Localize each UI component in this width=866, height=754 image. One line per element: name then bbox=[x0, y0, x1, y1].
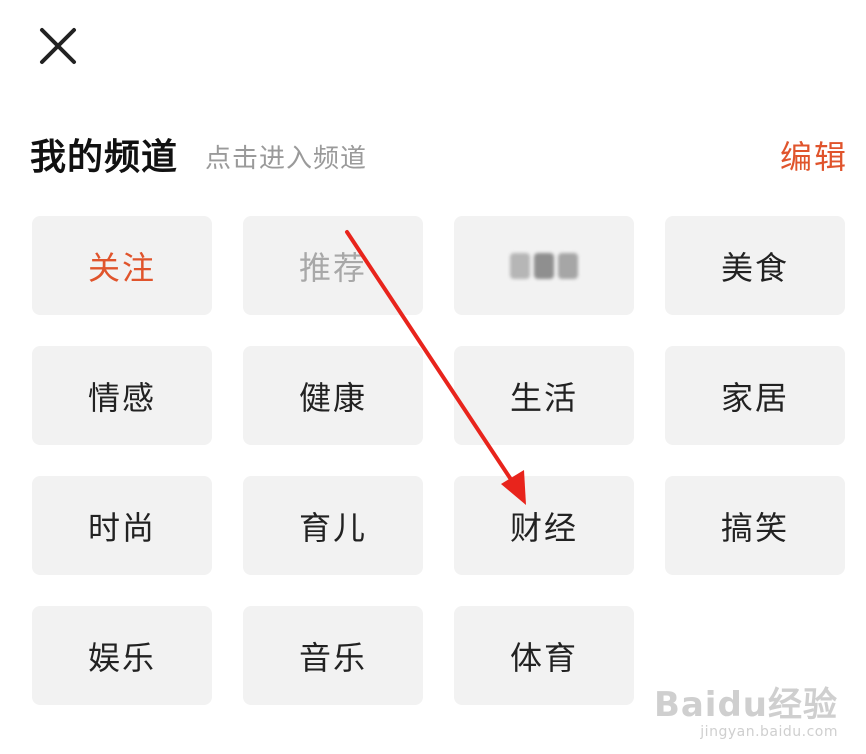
blurred-label bbox=[510, 252, 578, 279]
channel-tile-music[interactable]: 音乐 bbox=[243, 606, 423, 705]
channel-grid: 关注 推荐 美食 情感 健康 生活 家居 时尚 育儿 财经 搞笑 娱乐 音乐 体… bbox=[0, 0, 866, 754]
channel-tile-recommend[interactable]: 推荐 bbox=[243, 216, 423, 315]
channel-tile-sports[interactable]: 体育 bbox=[454, 606, 634, 705]
channel-tile-home[interactable]: 家居 bbox=[665, 346, 845, 445]
channel-tile-follow[interactable]: 关注 bbox=[32, 216, 212, 315]
channel-tile-fashion[interactable]: 时尚 bbox=[32, 476, 212, 575]
channel-tile-obscured[interactable] bbox=[454, 216, 634, 315]
channel-tile-funny[interactable]: 搞笑 bbox=[665, 476, 845, 575]
channel-tile-life[interactable]: 生活 bbox=[454, 346, 634, 445]
watermark-logo: Baidu经验 bbox=[653, 685, 838, 725]
channel-tile-food[interactable]: 美食 bbox=[665, 216, 845, 315]
channel-tile-finance[interactable]: 财经 bbox=[454, 476, 634, 575]
watermark-url: jingyan.baidu.com bbox=[700, 724, 838, 740]
channel-tile-parenting[interactable]: 育儿 bbox=[243, 476, 423, 575]
baidu-jingyan-watermark: Baidu经验 jingyan.baidu.com bbox=[654, 677, 838, 740]
channel-tile-health[interactable]: 健康 bbox=[243, 346, 423, 445]
channel-tile-emotion[interactable]: 情感 bbox=[32, 346, 212, 445]
channel-tile-entertainment[interactable]: 娱乐 bbox=[32, 606, 212, 705]
